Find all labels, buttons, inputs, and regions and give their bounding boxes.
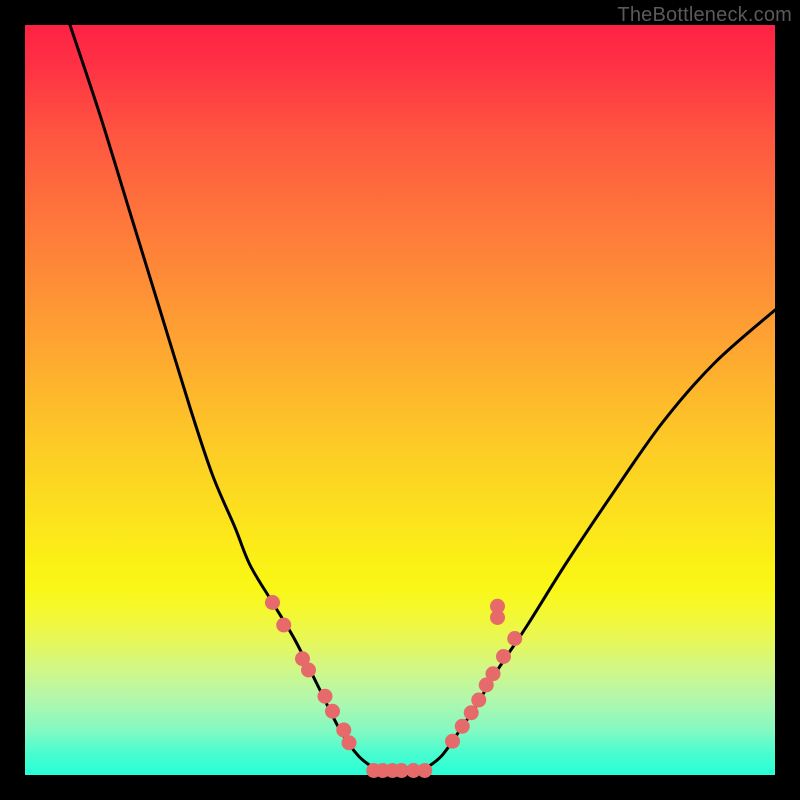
data-marker xyxy=(486,666,501,681)
chart-svg xyxy=(25,25,775,775)
chart-lines xyxy=(70,25,775,771)
watermark-label: TheBottleneck.com xyxy=(617,4,792,27)
data-marker xyxy=(342,735,357,750)
data-marker xyxy=(490,599,505,614)
data-marker xyxy=(471,693,486,708)
data-marker xyxy=(325,704,340,719)
data-marker xyxy=(301,663,316,678)
data-marker xyxy=(455,719,470,734)
data-marker xyxy=(496,649,511,664)
data-marker xyxy=(265,595,280,610)
data-marker xyxy=(318,689,333,704)
data-marker xyxy=(507,631,522,646)
data-marker xyxy=(417,763,432,778)
data-marker xyxy=(276,618,291,633)
series-left-curve xyxy=(70,25,378,771)
chart-markers xyxy=(265,595,522,778)
data-marker xyxy=(445,734,460,749)
data-marker xyxy=(464,705,479,720)
